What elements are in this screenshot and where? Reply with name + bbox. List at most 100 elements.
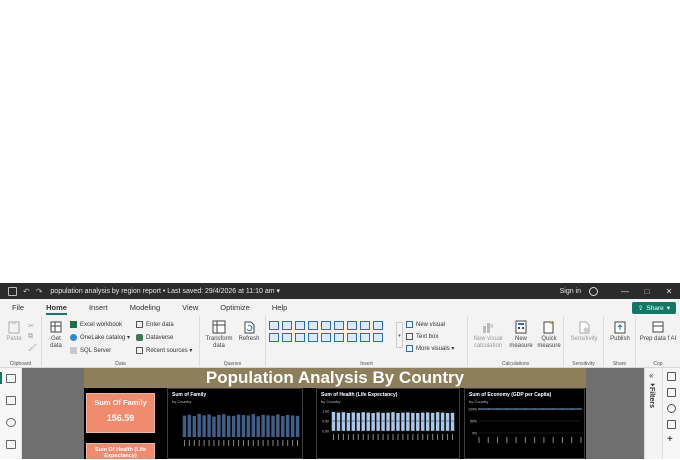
gauge-icon[interactable]	[334, 333, 344, 342]
x-tick-label	[242, 440, 244, 446]
insert-group: ▾ New visual Text box More visuals ▾ Ins…	[266, 316, 468, 368]
area-chart-icon[interactable]	[360, 321, 370, 330]
paste-button[interactable]: Paste	[5, 320, 23, 343]
minimize-button[interactable]: —	[614, 287, 636, 296]
line-chart-icon[interactable]	[347, 321, 357, 330]
pie-chart-icon[interactable]	[282, 333, 292, 342]
cut-icon[interactable]: ✂	[28, 322, 34, 330]
tab-insert[interactable]: Insert	[89, 299, 108, 316]
clustered-bar-icon[interactable]	[295, 321, 305, 330]
matrix-icon[interactable]	[360, 333, 370, 342]
stacked-column-icon[interactable]	[282, 321, 292, 330]
chart-bar	[396, 413, 400, 431]
save-icon[interactable]	[8, 286, 17, 296]
recent-sources-button[interactable]: Recent sources ▾	[136, 347, 192, 354]
data-point	[533, 408, 536, 410]
undo-icon[interactable]: ↶	[23, 287, 30, 296]
sensitivity-button[interactable]: Sensitivity	[566, 320, 602, 343]
share-button[interactable]: ⇪ Share ▾	[631, 302, 676, 314]
card-visual-icon[interactable]	[347, 333, 357, 342]
report-view-icon[interactable]	[6, 374, 16, 383]
excel-workbook-button[interactable]: Excel workbook	[70, 321, 122, 328]
add-pane-icon[interactable]: +	[667, 435, 676, 445]
sum-of-health-card[interactable]: Sum Of Health (Life Expectancy)	[86, 443, 155, 459]
data-pane-icon[interactable]	[667, 388, 676, 397]
visualizations-gallery[interactable]	[269, 321, 384, 342]
sum-of-family-card[interactable]: Sum Of Family 156.59	[86, 393, 155, 433]
format-pane-icon[interactable]	[667, 404, 676, 413]
enter-data-button[interactable]: Enter data	[136, 321, 174, 328]
refresh-button[interactable]: Refresh	[236, 320, 262, 343]
bookmarks-pane-icon[interactable]	[667, 420, 676, 429]
gallery-expand-icon[interactable]: ▾	[396, 322, 403, 348]
new-visual-button[interactable]: New visual	[406, 321, 445, 328]
text-box-button[interactable]: Text box	[406, 333, 438, 340]
new-visual-calculation-button[interactable]: x New visual calculation	[470, 320, 506, 350]
dax-query-view-icon[interactable]	[6, 440, 16, 449]
redo-icon[interactable]: ↷	[36, 287, 43, 296]
maximize-button[interactable]: □	[636, 287, 658, 296]
chart-bar	[217, 414, 221, 437]
chart-bar	[406, 412, 410, 431]
clipboard-label: Clipboard	[9, 361, 32, 367]
economy-chart-panel[interactable]: 100% 50% 0% Sum of Economy (GDP per Capita…	[464, 388, 585, 459]
chart-bar	[266, 415, 270, 437]
clustered-column-icon[interactable]	[308, 321, 318, 330]
chart-bar	[445, 413, 450, 431]
chart-bar	[346, 413, 351, 431]
tab-home[interactable]: Home	[46, 299, 67, 316]
ribbon-chart-icon[interactable]	[269, 333, 279, 342]
x-tick-label	[218, 440, 220, 446]
chart-bar	[331, 412, 336, 431]
sql-server-button[interactable]: SQL Server	[70, 347, 111, 354]
tab-help[interactable]: Help	[272, 299, 287, 316]
tab-view[interactable]: View	[182, 299, 198, 316]
onelake-catalog-button[interactable]: OneLake catalog ▾	[70, 334, 130, 341]
dataverse-button[interactable]: Dataverse	[136, 334, 173, 341]
get-data-button[interactable]: Get data	[46, 320, 66, 350]
x-tick-label	[247, 440, 249, 446]
table-view-icon[interactable]	[6, 396, 16, 405]
stacked-bar-icon[interactable]	[269, 321, 279, 330]
visualizations-pane-icon[interactable]	[667, 372, 676, 381]
chart-subtitle: by Country	[172, 399, 192, 404]
new-measure-button[interactable]: New measure	[508, 320, 534, 350]
donut-chart-icon[interactable]	[295, 333, 305, 342]
table-visual-icon[interactable]	[308, 333, 318, 342]
x-tick-label	[387, 434, 389, 440]
map-icon[interactable]	[321, 333, 331, 342]
model-view-icon[interactable]	[6, 418, 16, 427]
copilot-label: Cop	[653, 361, 663, 367]
more-visuals-button[interactable]: More visuals ▾	[406, 345, 454, 352]
x-tick-label	[515, 437, 517, 443]
chart-title: Sum of Economy (GDP per Capita)	[469, 392, 552, 398]
expand-pane-icon[interactable]: «	[649, 371, 653, 380]
chart-title: Sum of Family	[172, 392, 207, 398]
health-chart-panel[interactable]: 1.00 0.50 0.00 Sum of Health (Life Expecta…	[316, 388, 460, 459]
stacked-bar-100-icon[interactable]	[321, 321, 331, 330]
card-title: Sum Of Health (Life Expectancy)	[94, 447, 147, 459]
x-tick-label	[571, 437, 573, 443]
prep-data-ai-button[interactable]: Prep data f AI	[638, 320, 678, 343]
tab-file[interactable]: File	[12, 299, 24, 316]
tab-optimize[interactable]: Optimize	[220, 299, 250, 316]
family-chart-panel[interactable]: Sum of Family by Country	[167, 388, 303, 459]
stacked-area-icon[interactable]	[373, 321, 383, 330]
x-tick-label	[478, 437, 480, 443]
close-button[interactable]: ✕	[658, 287, 680, 296]
transform-data-button[interactable]: Transform data	[204, 320, 234, 350]
tab-modeling[interactable]: Modeling	[130, 299, 160, 316]
recent-sources-icon	[136, 347, 143, 354]
publish-button[interactable]: Publish	[606, 320, 634, 343]
sign-in-link[interactable]: Sign in	[560, 288, 581, 295]
chart-bar	[386, 412, 390, 431]
copy-icon[interactable]: ⧉	[28, 333, 33, 341]
stacked-column-100-icon[interactable]	[334, 321, 344, 330]
slicer-icon[interactable]	[373, 333, 383, 342]
filters-pane-collapsed[interactable]: « ⏷	[644, 368, 662, 459]
avatar-icon[interactable]	[589, 286, 598, 296]
x-tick-label	[534, 437, 536, 443]
quick-measure-button[interactable]: Quick measure	[535, 320, 563, 350]
format-painter-icon[interactable]: 🖌	[28, 344, 37, 352]
card-title: Sum Of Family	[94, 398, 147, 407]
